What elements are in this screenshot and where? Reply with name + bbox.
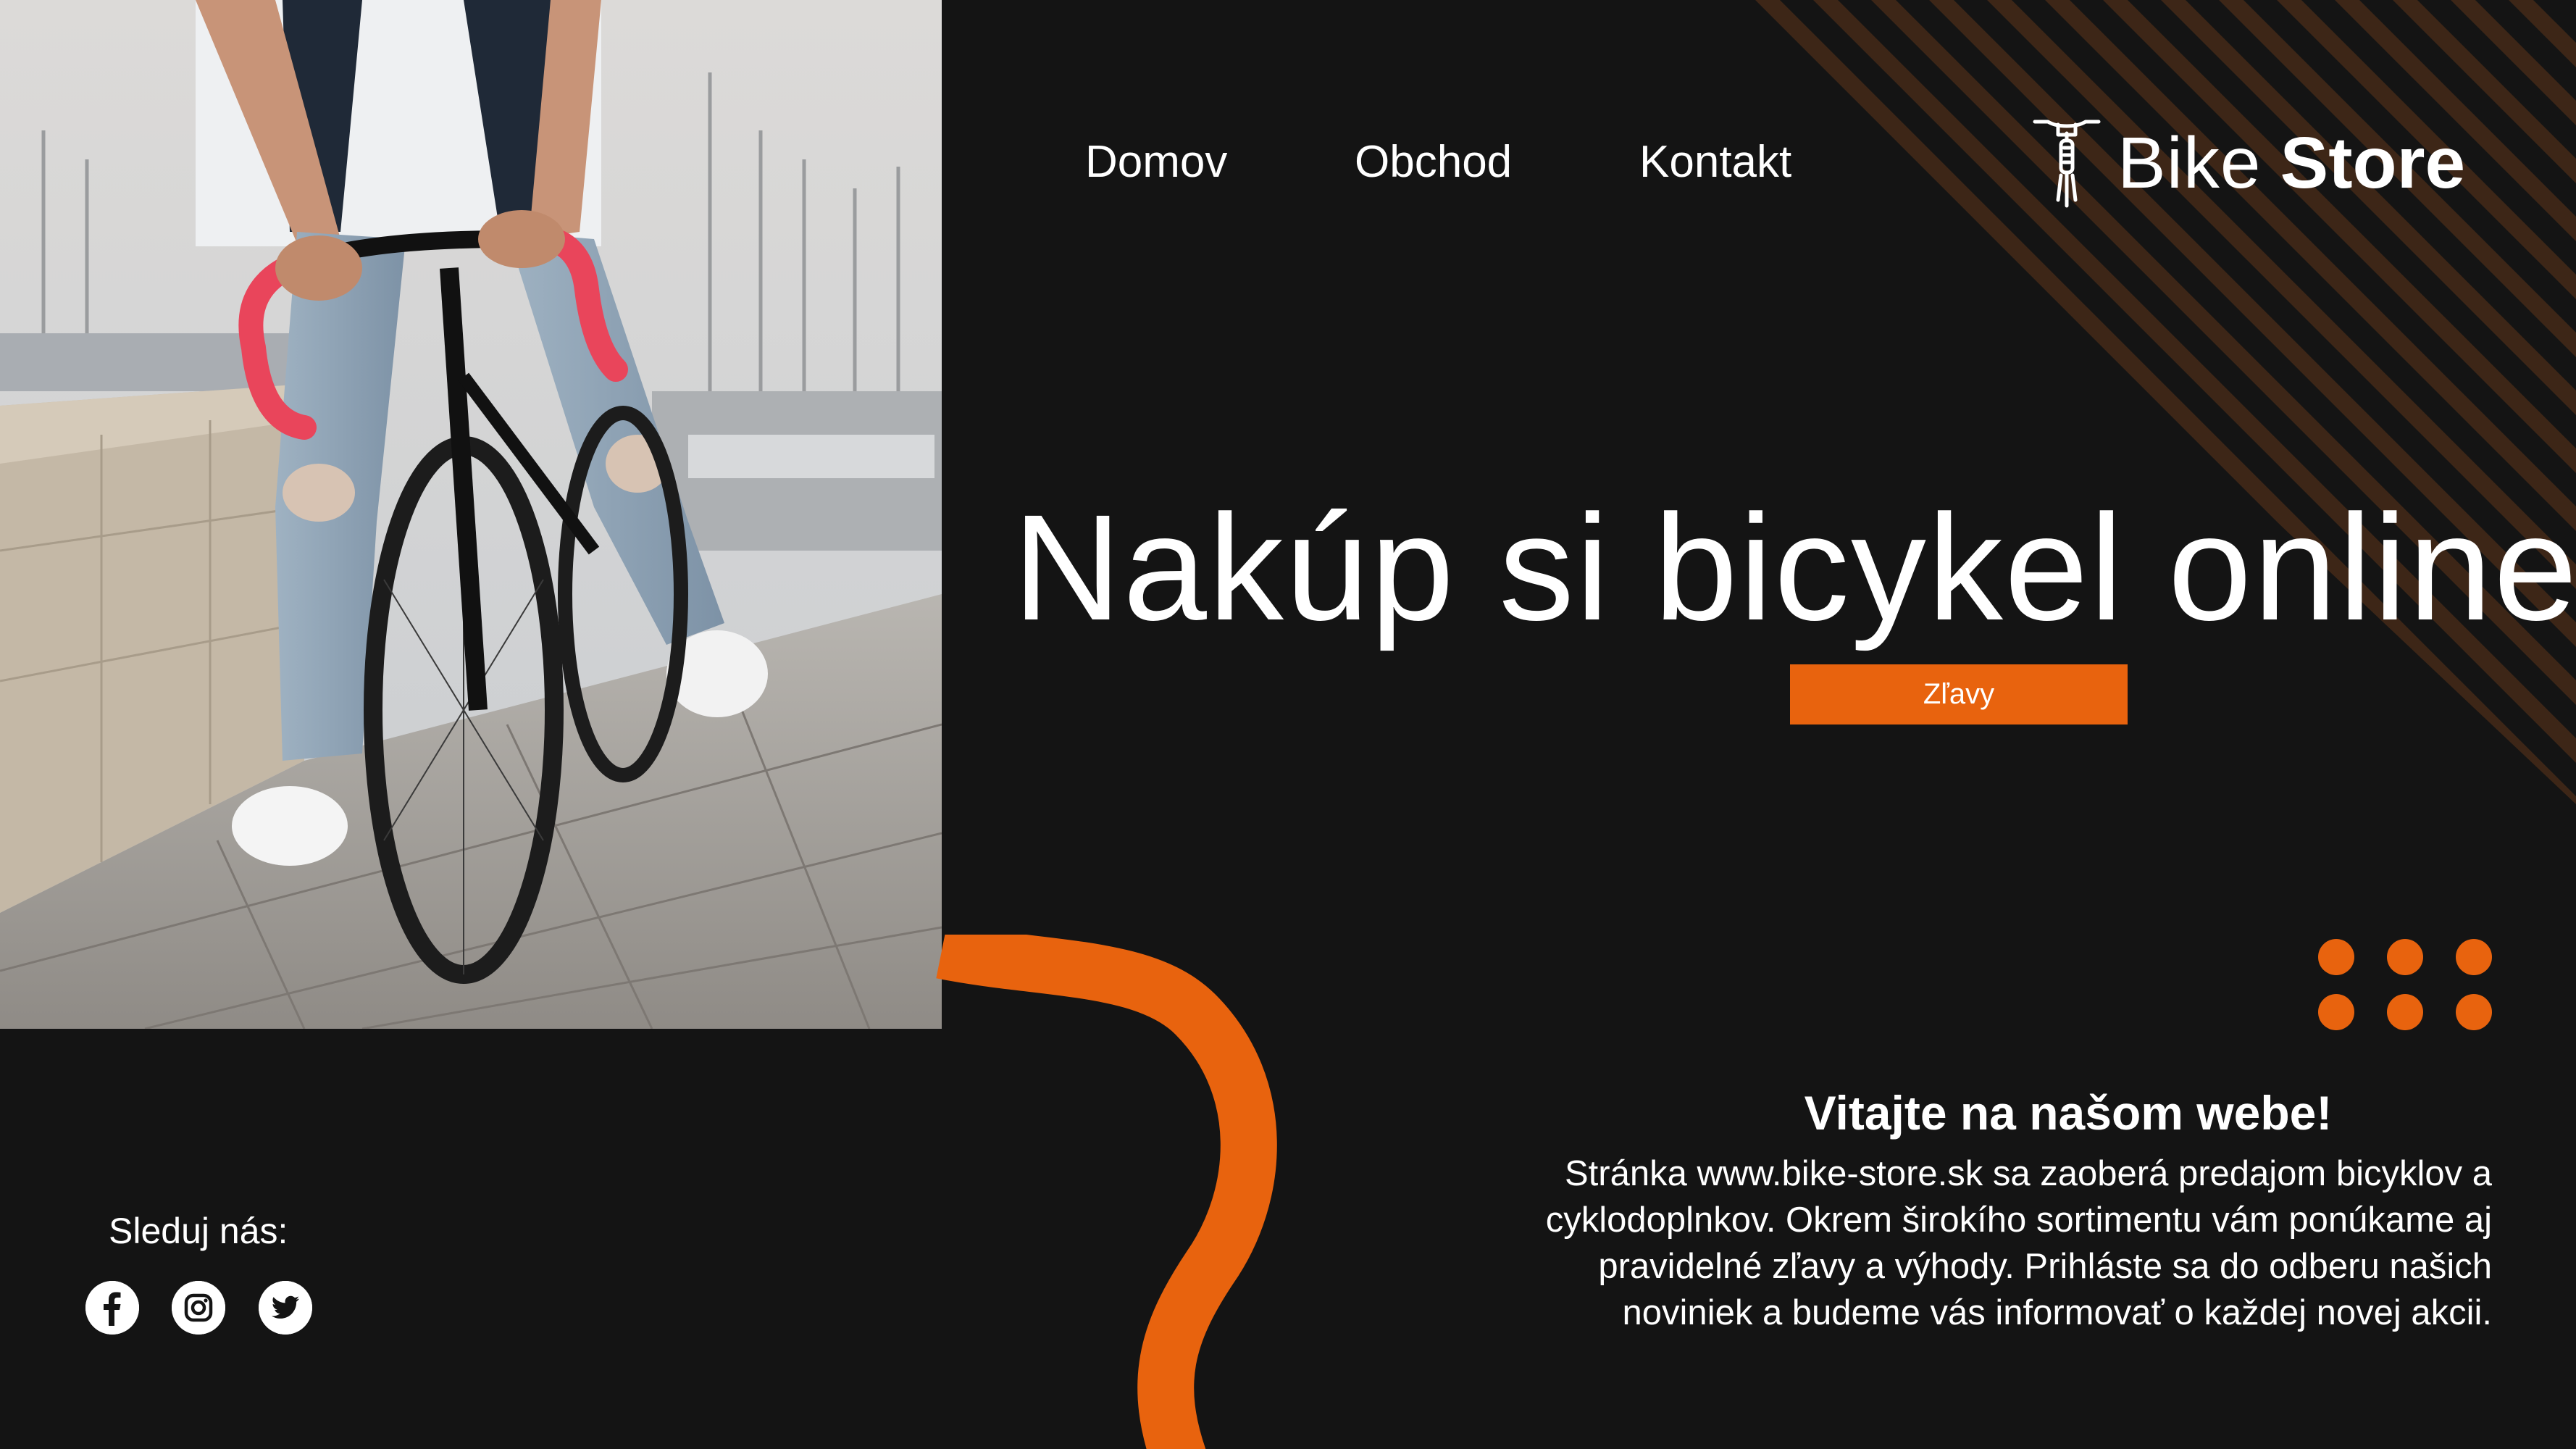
hero-photo xyxy=(0,0,942,1029)
instagram-glyph xyxy=(172,1281,225,1335)
facebook-glyph xyxy=(85,1281,139,1335)
twitter-glyph xyxy=(259,1281,312,1335)
nav-item-home[interactable]: Domov xyxy=(1085,136,1227,188)
hero-headline: Nakúp si bicykel online xyxy=(1013,484,2576,652)
landing-page: Domov Obchod Kontakt Bike Store Nakúp si… xyxy=(0,0,2576,1449)
dot xyxy=(2456,994,2492,1030)
follow-us-label: Sleduj nás: xyxy=(109,1211,288,1251)
dot xyxy=(2318,994,2354,1030)
man-on-road-bike-photo xyxy=(0,0,942,1029)
nav-item-contact[interactable]: Kontakt xyxy=(1639,136,1791,188)
dot xyxy=(2456,939,2492,975)
orange-wave-decoration xyxy=(936,935,1277,1449)
nav-item-shop[interactable]: Obchod xyxy=(1355,136,1512,188)
bicycle-front-icon xyxy=(2033,120,2101,208)
twitter-icon[interactable] xyxy=(259,1281,312,1335)
instagram-icon[interactable] xyxy=(172,1281,225,1335)
welcome-text: Stránka www.bike-store.sk sa zaoberá pre… xyxy=(1545,1154,2492,1332)
dot xyxy=(2318,939,2354,975)
discounts-button[interactable]: Zľavy xyxy=(1790,664,2128,724)
dot xyxy=(2387,939,2423,975)
logo[interactable]: Bike Store xyxy=(2032,116,2465,210)
logo-word-bike: Bike xyxy=(2117,122,2262,204)
welcome-title: Vitajte na našom webe! xyxy=(1804,1086,2333,1140)
dots-decoration xyxy=(2318,939,2492,1030)
logo-word-store: Store xyxy=(2280,122,2466,204)
dot xyxy=(2387,994,2423,1030)
facebook-icon[interactable] xyxy=(85,1281,139,1335)
